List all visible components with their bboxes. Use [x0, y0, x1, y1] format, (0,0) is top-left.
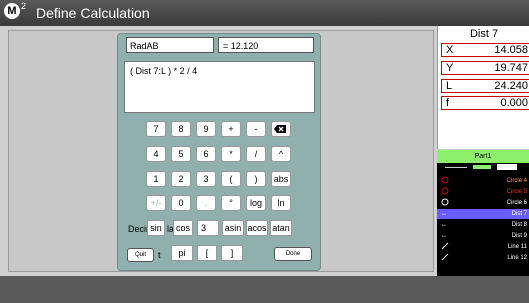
key-divide[interactable]: /	[246, 146, 266, 162]
key-cos[interactable]: cos	[173, 220, 193, 236]
feature-item-circle-6[interactable]: Circle 6	[437, 198, 529, 208]
feature-label: Line 12	[507, 255, 527, 261]
feature-item-line-12[interactable]: Line 12	[437, 253, 529, 263]
value-row-l: L 24.240	[441, 79, 529, 93]
bottom-toolbar	[0, 276, 529, 303]
decimals-label: Decir	[128, 224, 150, 234]
key-multiply[interactable]: *	[221, 146, 241, 162]
key-open-paren[interactable]: (	[221, 171, 241, 187]
key-degree[interactable]: °	[221, 195, 241, 211]
key-3[interactable]: 3	[196, 171, 216, 187]
decimals-input[interactable]: 3	[197, 220, 219, 236]
distance-icon: ↔	[441, 233, 447, 239]
value-row-x: X 14.058	[441, 43, 529, 57]
key-ln[interactable]: ln	[271, 195, 291, 211]
feature-label: Dist 8	[511, 222, 527, 228]
key-power[interactable]: ^	[271, 146, 291, 162]
key-right-bracket[interactable]: ]	[221, 245, 243, 261]
key-log[interactable]: log	[246, 195, 266, 211]
divider	[445, 167, 467, 168]
value-row-y: Y 19.747	[441, 61, 529, 75]
key-abs[interactable]: abs	[271, 171, 291, 187]
part-header[interactable]: Part1	[437, 150, 529, 163]
key-9[interactable]: 9	[196, 121, 216, 137]
key-asin[interactable]: asin	[222, 220, 244, 236]
backspace-icon	[274, 125, 286, 133]
value-key: f	[446, 97, 450, 109]
key-plus-minus[interactable]: +/-	[146, 195, 166, 211]
calculation-result: = 12.120	[218, 37, 314, 53]
key-sin[interactable]: sin	[147, 220, 165, 236]
key-8[interactable]: 8	[171, 121, 191, 137]
value-key: Y	[446, 62, 454, 74]
app-logo-superscript: 2	[21, 1, 27, 11]
value-number: 19.747	[494, 62, 528, 74]
app-logo-icon: M	[4, 3, 20, 19]
key-1[interactable]: 1	[146, 171, 166, 187]
line-icon	[441, 253, 449, 265]
key-t-label: t	[158, 250, 161, 260]
feature-item-dist-9[interactable]: ↔ Dist 9	[437, 231, 529, 241]
feature-item-line-11[interactable]: Line 11	[437, 242, 529, 252]
calculation-name-input[interactable]: RadAB	[126, 37, 214, 53]
part-toggle-icon[interactable]	[497, 164, 517, 170]
value-number: 14.058	[494, 44, 528, 56]
key-pi[interactable]: pi	[171, 245, 193, 261]
distance-icon: ↔	[441, 222, 447, 228]
key-acos[interactable]: acos	[246, 220, 268, 236]
titlebar: M 2 Define Calculation	[0, 0, 529, 26]
feature-item-dist-7[interactable]: ↔ Dist 7	[437, 209, 529, 219]
feature-title: Dist 7	[469, 28, 499, 40]
feature-label: Dist 9	[511, 233, 527, 239]
key-atan[interactable]: atan	[270, 220, 292, 236]
feature-label: Circle 4	[506, 178, 527, 184]
formula-editor[interactable]: ( Dist 7:L ) * 2 / 4	[124, 61, 315, 113]
feature-values-panel: Dist 7 X 14.058 Y 19.747 L 24.240 f 0.00…	[437, 26, 529, 149]
key-close-paren[interactable]: )	[246, 171, 266, 187]
key-4[interactable]: 4	[146, 146, 166, 162]
key-5[interactable]: 5	[171, 146, 191, 162]
feature-list-panel: Part1 Circle 4 Circle 5 Circle 6 ↔ Dist …	[437, 150, 529, 276]
feature-label: Dist 7	[511, 211, 527, 217]
key-minus[interactable]: -	[246, 121, 266, 137]
value-number: 24.240	[494, 80, 528, 92]
key-7[interactable]: 7	[146, 121, 166, 137]
part-toolbar	[437, 163, 529, 172]
feature-label: Circle 5	[506, 189, 527, 195]
key-decimal-point[interactable]: .	[196, 195, 216, 211]
feature-item-circle-4[interactable]: Circle 4	[437, 176, 529, 186]
value-key: X	[446, 44, 454, 56]
key-2[interactable]: 2	[171, 171, 191, 187]
part-toggle-icon[interactable]	[473, 165, 491, 169]
quit-button[interactable]: Quit	[127, 248, 154, 262]
done-button[interactable]: Done	[274, 247, 312, 261]
backspace-button[interactable]	[271, 121, 291, 137]
feature-item-dist-8[interactable]: ↔ Dist 8	[437, 220, 529, 230]
key-left-bracket[interactable]: [	[197, 245, 217, 261]
key-plus[interactable]: +	[221, 121, 241, 137]
key-0[interactable]: 0	[171, 195, 191, 211]
feature-item-circle-5[interactable]: Circle 5	[437, 187, 529, 197]
key-6[interactable]: 6	[196, 146, 216, 162]
value-key: L	[446, 80, 453, 92]
value-row-f: f 0.000	[441, 96, 529, 110]
feature-label: Line 11	[507, 244, 527, 250]
feature-label: Circle 6	[506, 200, 527, 206]
window-title: Define Calculation	[36, 5, 150, 21]
value-number: 0.000	[500, 97, 528, 109]
distance-icon: ↔	[441, 211, 447, 217]
